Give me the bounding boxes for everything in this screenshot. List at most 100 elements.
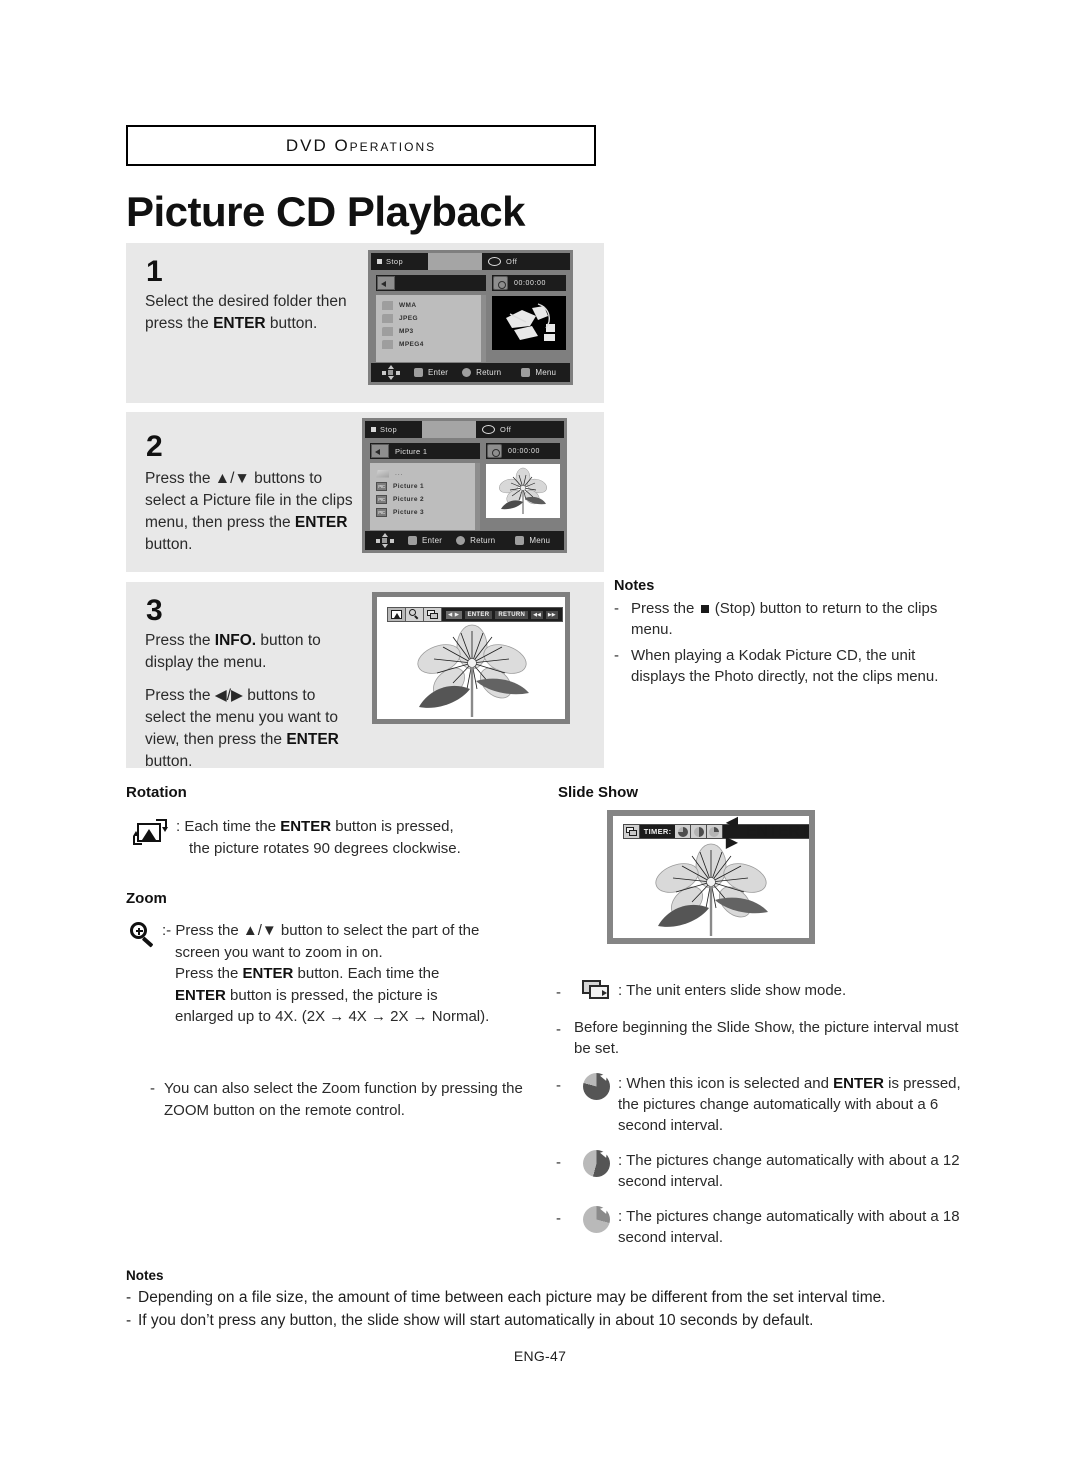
timer-arrows-label: ◀ ▶ <box>725 816 739 851</box>
slideshow-item-interval-note: - Before beginning the Slide Show, the p… <box>556 1017 964 1059</box>
osd-repeat-status: Off <box>476 421 564 438</box>
slideshow-photo-frame: TIMER: ◀ ▶ ENTER RETURN <box>607 810 815 944</box>
bullet-dash: - <box>614 600 619 617</box>
toolbar-rotate-button[interactable] <box>388 608 406 621</box>
osd-title-bar: Picture 1 <box>370 443 480 459</box>
folder-icon <box>382 327 393 336</box>
osd-repeat-status: Off <box>482 253 570 270</box>
list-item-label: ... <box>395 470 404 477</box>
slideshow-item-18s: - : The pictures change automatically wi… <box>556 1206 964 1248</box>
rotate-icon <box>132 818 170 846</box>
list-item-label: WMA <box>399 302 417 309</box>
page-title: Picture CD Playback <box>126 188 526 235</box>
abstract-artwork <box>492 296 566 350</box>
timer-option-12s[interactable] <box>691 825 707 838</box>
list-item[interactable]: WMA <box>382 299 481 312</box>
osd-title-bar <box>376 275 486 291</box>
osd-bottom-bar-1: Enter Return Menu <box>371 363 570 382</box>
rotation-section-body: : Each time the ENTER button is pressed,… <box>132 816 562 859</box>
list-item-label: Picture 3 <box>393 509 425 516</box>
osd-stop-label: Stop <box>380 425 398 434</box>
bullet-dash: - <box>556 1154 561 1171</box>
bullet-dash: - <box>556 984 561 1001</box>
info-toolbar[interactable]: ◀ ▶ ENTER RETURN ◀◀ ▶▶ <box>387 607 563 622</box>
rotate-icon <box>391 610 402 619</box>
photo-inner: ◀ ▶ ENTER RETURN ◀◀ ▶▶ <box>377 597 565 719</box>
timer-slideshow-button[interactable] <box>624 825 640 838</box>
note-item: - When playing a Kodak Picture CD, the u… <box>614 646 964 687</box>
slideshow-item-6s: - : When this icon is selected and ENTER… <box>556 1073 964 1136</box>
osd-stop-label: Stop <box>386 257 404 266</box>
picture-file-icon: PIC <box>376 495 387 504</box>
list-item-label: Picture 1 <box>393 483 425 490</box>
pie-12-icon <box>693 826 704 837</box>
timer-option-18s[interactable] <box>706 825 723 838</box>
list-item[interactable]: JPEG <box>382 312 481 325</box>
osd-bottom-bar-2: Enter Return Menu <box>365 531 564 550</box>
pie-18-icon-slot <box>574 1206 618 1248</box>
notes-right-title: Notes <box>614 578 655 594</box>
note-text: If you don’t press any button, the slide… <box>138 1312 814 1330</box>
slideshow-item-text: Before beginning the Slide Show, the pic… <box>574 1019 959 1057</box>
notes-right-block: Notes - Press the (Stop) button to retur… <box>614 578 964 694</box>
osd-return-label: Return <box>470 536 496 545</box>
zoom-text: :- Press the ▲/▼ button to select the pa… <box>162 922 490 1026</box>
toolbar-slideshow-button[interactable] <box>424 608 442 621</box>
osd-return-hint[interactable]: Return <box>456 536 495 545</box>
return-key-icon <box>462 368 472 377</box>
slideshow-icon-slot <box>574 980 618 1003</box>
pie-6-icon <box>677 826 688 837</box>
list-item[interactable]: PIC Picture 1 <box>376 480 475 493</box>
step-number-2: 2 <box>146 430 163 463</box>
rotation-text: : Each time the ENTER button is pressed,… <box>176 818 461 857</box>
list-item-parent[interactable]: ... <box>376 467 475 480</box>
osd-return-hint[interactable]: Return <box>462 368 501 377</box>
step-line: Press the ▲/▼ buttons to select a Pictur… <box>145 470 353 553</box>
note-text: Depending on a file size, the amount of … <box>138 1289 886 1306</box>
toolbar-arrows-label: ◀ ▶ <box>446 610 462 619</box>
list-item-label: MPEG4 <box>399 341 424 348</box>
slideshow-item-text: : The pictures change automatically with… <box>618 1152 960 1190</box>
toolbar-zoom-button[interactable] <box>406 608 424 621</box>
osd-time-label: 00:00:00 <box>508 447 541 455</box>
osd-menu-hint[interactable]: Menu <box>515 536 550 545</box>
stop-square-icon <box>371 427 376 432</box>
note-item: - Press the (Stop) button to return to t… <box>614 599 964 640</box>
osd-menu-hint[interactable]: Menu <box>521 368 556 377</box>
slideshow-item-text: : When this icon is selected and ENTER i… <box>618 1075 961 1134</box>
bullet-dash: - <box>556 1021 561 1038</box>
osd-enter-hint[interactable]: Enter <box>414 368 448 377</box>
toolbar-return-label: RETURN <box>495 610 529 619</box>
page-number: ENG-47 <box>513 1348 567 1364</box>
note-item: - If you don’t press any button, the sli… <box>126 1309 956 1332</box>
list-item-label: MP3 <box>399 328 414 335</box>
dpad-icon <box>375 533 394 548</box>
list-item[interactable]: MP3 <box>382 325 481 338</box>
osd-file-list-2[interactable]: ... PIC Picture 1 PIC Picture 2 PIC Pict… <box>370 463 480 530</box>
list-item[interactable]: PIC Picture 2 <box>376 493 475 506</box>
slideshow-item-text: : The unit enters slide show mode. <box>618 982 847 999</box>
stop-square-icon <box>700 605 709 614</box>
slideshow-icon <box>582 980 610 1000</box>
list-item[interactable]: PIC Picture 3 <box>376 506 475 519</box>
bullet-dash: - <box>150 1080 155 1097</box>
repeat-icon <box>488 257 501 266</box>
bullet-dash: - <box>556 1077 561 1094</box>
slideshow-section-title: Slide Show <box>558 784 639 801</box>
slideshow-bullet-list: - : The unit enters slide show mode. - B… <box>556 980 964 1262</box>
dvd-osd-screen-1: Stop Off 00:00:00 WMA JPEG MP3 MPEG4 Ent… <box>368 250 573 385</box>
timer-option-6s[interactable] <box>675 825 692 838</box>
osd-top-spacer <box>422 421 476 438</box>
osd-repeat-label: Off <box>500 425 512 434</box>
list-item[interactable]: MPEG4 <box>382 338 481 351</box>
step-number-3: 3 <box>146 594 163 627</box>
osd-return-label: Return <box>476 368 502 377</box>
step-line: Select the desired folder then press the… <box>145 293 347 332</box>
timer-toolbar[interactable]: TIMER: ◀ ▶ ENTER RETURN <box>623 816 809 851</box>
step-line: Press the INFO. button to display the me… <box>145 632 321 671</box>
osd-top-spacer <box>428 253 482 270</box>
osd-enter-hint[interactable]: Enter <box>408 536 442 545</box>
osd-time-bar: 00:00:00 <box>492 275 566 291</box>
osd-folder-list-1[interactable]: WMA JPEG MP3 MPEG4 <box>376 295 486 362</box>
osd-thumbnail-1 <box>492 296 566 350</box>
